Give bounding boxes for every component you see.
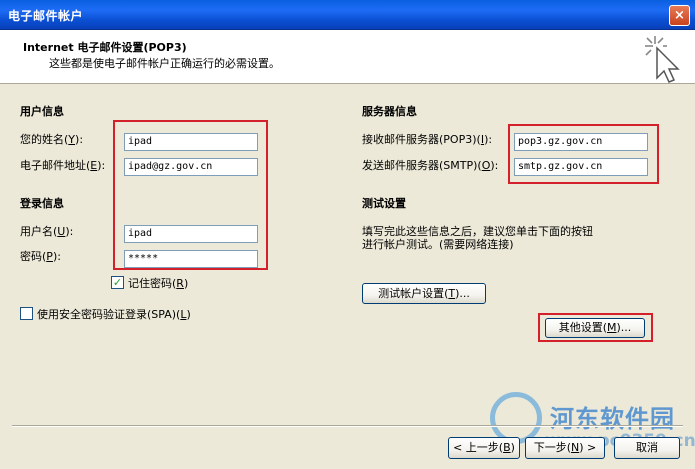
cancel-button[interactable]: 取消 xyxy=(614,437,680,459)
back-button[interactable]: < 上一步(B) xyxy=(448,437,520,459)
window-title: 电子邮件帐户 xyxy=(8,9,84,23)
username-label: 用户名(U): xyxy=(20,225,74,238)
password-label: 密码(P): xyxy=(20,250,61,263)
email-label: 电子邮件地址(E): xyxy=(20,159,106,172)
footer-divider xyxy=(12,425,683,427)
outgoing-server-label: 发送邮件服务器(SMTP)(O): xyxy=(362,159,499,172)
spa-label: 使用安全密码验证登录(SPA)(L) xyxy=(37,308,191,321)
test-account-button[interactable]: 测试帐户设置(T)... xyxy=(362,283,486,304)
spa-checkbox[interactable] xyxy=(20,307,33,320)
watermark-text: 河东软件园 xyxy=(550,405,675,433)
user-fields-highlight xyxy=(113,120,268,270)
user-info-heading: 用户信息 xyxy=(20,105,64,118)
server-info-heading: 服务器信息 xyxy=(362,105,417,118)
page-subtitle: 这些都是使电子邮件帐户正确运行的必需设置。 xyxy=(49,57,280,70)
server-fields-highlight xyxy=(508,124,659,184)
test-settings-heading: 测试设置 xyxy=(362,197,406,210)
wizard-cursor-icon xyxy=(645,36,680,83)
name-label: 您的姓名(Y): xyxy=(20,133,84,146)
login-info-heading: 登录信息 xyxy=(20,197,64,210)
close-icon: × xyxy=(674,8,685,23)
test-description-line2: 进行帐户测试。(需要网络连接) xyxy=(362,238,514,251)
next-button[interactable]: 下一步(N) > xyxy=(525,437,605,459)
more-settings-button[interactable]: 其他设置(M)... xyxy=(545,318,645,338)
close-button[interactable]: × xyxy=(669,5,690,26)
remember-password-label: 记住密码(R) xyxy=(128,277,189,290)
title-bar[interactable]: 电子邮件帐户 × xyxy=(0,0,695,30)
page-title: Internet 电子邮件设置(POP3) xyxy=(23,41,187,54)
remember-password-checkbox[interactable]: ✓ xyxy=(111,276,124,289)
incoming-server-label: 接收邮件服务器(POP3)(I): xyxy=(362,133,493,146)
